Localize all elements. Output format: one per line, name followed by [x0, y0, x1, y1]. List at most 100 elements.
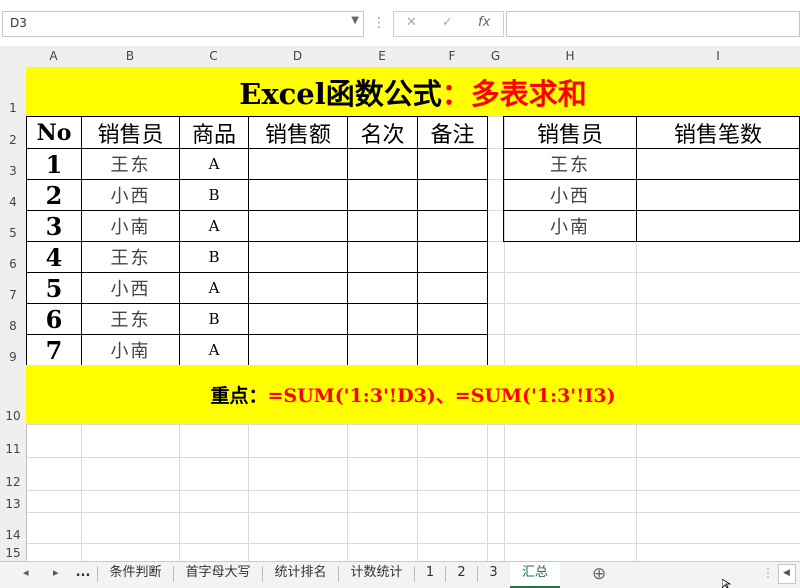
cell-product[interactable]: B: [179, 179, 249, 211]
cell-product[interactable]: A: [179, 148, 249, 180]
cell-no[interactable]: 5: [26, 272, 82, 304]
cell-sales-amount[interactable]: [248, 334, 348, 366]
summary-salesperson[interactable]: 王东: [503, 148, 637, 180]
cell-product[interactable]: A: [179, 272, 249, 304]
cell-salesperson[interactable]: 小西: [81, 179, 180, 211]
tab-rank[interactable]: 统计排名: [263, 562, 338, 588]
cell-salesperson[interactable]: 王东: [81, 241, 180, 273]
tab-summary[interactable]: 汇总: [510, 562, 560, 588]
cell-rank[interactable]: [347, 210, 418, 242]
cell-rank[interactable]: [347, 303, 418, 335]
cell-rank[interactable]: [347, 179, 418, 211]
note-banner[interactable]: 重点：=SUM('1:3'!D3)、=SUM('1:3'!I3): [26, 365, 800, 424]
cell-sales-amount[interactable]: [248, 210, 348, 242]
tab-sheet-3[interactable]: 3: [478, 562, 509, 588]
header-product[interactable]: 商品: [179, 116, 249, 149]
column-header-h[interactable]: H: [504, 46, 636, 67]
scroll-right-icon[interactable]: ▸: [53, 566, 59, 579]
more-sheets[interactable]: ...: [72, 562, 94, 588]
drag-handle-icon[interactable]: ⋮: [372, 15, 386, 31]
cell-product[interactable]: A: [179, 334, 249, 366]
summary-salesperson[interactable]: 小西: [503, 179, 637, 211]
column-header-c[interactable]: C: [179, 46, 248, 67]
row-header-1[interactable]: 1: [0, 67, 26, 116]
tab-condition[interactable]: 条件判断: [98, 562, 173, 588]
cell-sales-amount[interactable]: [248, 272, 348, 304]
cell-no[interactable]: 4: [26, 241, 82, 273]
summary-sales-count[interactable]: [636, 148, 800, 180]
enter-icon[interactable]: ✓: [442, 15, 453, 30]
header-salesperson[interactable]: 销售员: [81, 116, 180, 149]
row-header-7[interactable]: 7: [0, 272, 26, 303]
cell-remark[interactable]: [417, 303, 488, 335]
header-no[interactable]: No: [26, 116, 82, 149]
cell-sales-amount[interactable]: [248, 179, 348, 211]
cancel-icon[interactable]: ✕: [406, 15, 417, 30]
column-header-e[interactable]: E: [347, 46, 417, 67]
column-header-g[interactable]: G: [487, 46, 504, 67]
cell-salesperson[interactable]: 小南: [81, 210, 180, 242]
column-header-b[interactable]: B: [81, 46, 179, 67]
column-header-d[interactable]: D: [248, 46, 347, 67]
column-header-a[interactable]: A: [26, 46, 81, 67]
row-header-12[interactable]: 12: [0, 457, 26, 490]
header-rank[interactable]: 名次: [347, 116, 418, 149]
row-header-3[interactable]: 3: [0, 148, 26, 179]
cell-sales-amount[interactable]: [248, 303, 348, 335]
select-all-corner[interactable]: [0, 46, 26, 67]
spreadsheet-grid[interactable]: A B C D E F G H I 1 2 3 4 5 6 7 8 9 10 1…: [0, 46, 800, 561]
summary-sales-count[interactable]: [636, 210, 800, 242]
row-header-13[interactable]: 13: [0, 490, 26, 512]
cell-product[interactable]: A: [179, 210, 249, 242]
summary-salesperson[interactable]: 小南: [503, 210, 637, 242]
row-header-14[interactable]: 14: [0, 512, 26, 543]
row-header-6[interactable]: 6: [0, 241, 26, 272]
column-header-f[interactable]: F: [417, 46, 487, 67]
row-header-2[interactable]: 2: [0, 116, 26, 148]
cell-no[interactable]: 1: [26, 148, 82, 180]
header-remark[interactable]: 备注: [417, 116, 488, 149]
cell-no[interactable]: 2: [26, 179, 82, 211]
cell-rank[interactable]: [347, 241, 418, 273]
cell-rank[interactable]: [347, 334, 418, 366]
cell-salesperson[interactable]: 王东: [81, 148, 180, 180]
cell-salesperson[interactable]: 小南: [81, 334, 180, 366]
cell-remark[interactable]: [417, 334, 488, 366]
scroll-left-icon[interactable]: ◂: [23, 566, 29, 579]
insert-function-icon[interactable]: fx: [478, 15, 490, 30]
cell-no[interactable]: 3: [26, 210, 82, 242]
formula-input[interactable]: [506, 11, 800, 37]
tab-capitalize[interactable]: 首字母大写: [174, 562, 262, 588]
add-sheet-icon[interactable]: ⊕: [592, 564, 606, 584]
cell-rank[interactable]: [347, 148, 418, 180]
row-header-4[interactable]: 4: [0, 179, 26, 210]
cell-sales-amount[interactable]: [248, 241, 348, 273]
cell-remark[interactable]: [417, 241, 488, 273]
cell-salesperson[interactable]: 王东: [81, 303, 180, 335]
hscroll-left-button[interactable]: ◀: [778, 564, 796, 584]
name-box[interactable]: D3 ▼: [2, 11, 364, 37]
row-header-10[interactable]: 10: [0, 365, 26, 424]
cell-salesperson[interactable]: 小西: [81, 272, 180, 304]
row-header-11[interactable]: 11: [0, 424, 26, 457]
row-header-15[interactable]: 15: [0, 543, 26, 561]
cell-product[interactable]: B: [179, 303, 249, 335]
row-header-8[interactable]: 8: [0, 303, 26, 334]
tab-sheet-1[interactable]: 1: [415, 562, 445, 588]
title-banner[interactable]: Excel函数公式：多表求和: [26, 67, 800, 116]
header-right-salesperson[interactable]: 销售员: [503, 116, 637, 149]
cell-no[interactable]: 7: [26, 334, 82, 366]
row-header-9[interactable]: 9: [0, 334, 26, 365]
cell-remark[interactable]: [417, 148, 488, 180]
cell-product[interactable]: B: [179, 241, 249, 273]
row-header-5[interactable]: 5: [0, 210, 26, 241]
cell-remark[interactable]: [417, 179, 488, 211]
column-header-i[interactable]: I: [636, 46, 800, 67]
header-sales-amount[interactable]: 销售额: [248, 116, 348, 149]
cell-no[interactable]: 6: [26, 303, 82, 335]
tab-count[interactable]: 计数统计: [339, 562, 414, 588]
chevron-down-icon[interactable]: ▼: [351, 15, 359, 26]
cell-remark[interactable]: [417, 272, 488, 304]
drag-handle-icon[interactable]: ⋮: [762, 566, 774, 580]
tab-sheet-2[interactable]: 2: [446, 562, 477, 588]
